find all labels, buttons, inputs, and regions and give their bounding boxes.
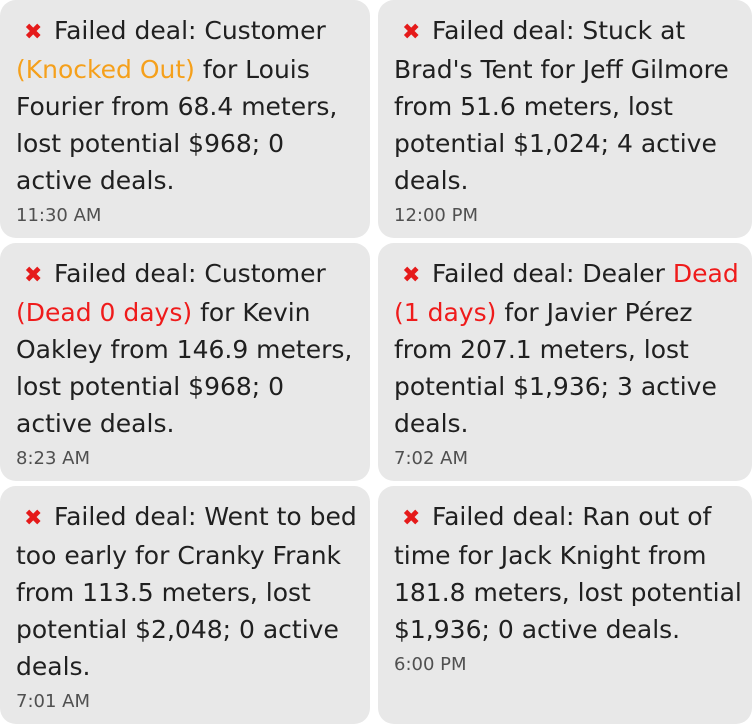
status-highlight: (Dead 0 days)	[16, 298, 193, 327]
notification-message: ✖ Failed deal: Customer (Dead 0 days) for…	[16, 255, 360, 442]
timestamp: 7:02 AM	[394, 448, 468, 469]
cross-mark-icon: ✖	[402, 506, 421, 531]
notification-card[interactable]: ✖ Failed deal: Customer (Knocked Out) for…	[0, 0, 370, 238]
message-prefix: Failed deal: Dealer	[432, 259, 665, 288]
notification-message: ✖ Failed deal: Went to bed too early for …	[16, 498, 360, 685]
message-prefix: Failed deal: Ran out of time for Jack Kn…	[394, 502, 742, 644]
cross-mark-icon: ✖	[24, 506, 43, 531]
message-prefix: Failed deal: Customer	[54, 259, 326, 288]
notification-message: ✖ Failed deal: Customer (Knocked Out) for…	[16, 12, 360, 199]
cross-mark-icon: ✖	[24, 20, 43, 45]
notification-grid: ✖ Failed deal: Customer (Knocked Out) for…	[0, 0, 756, 724]
timestamp: 7:01 AM	[16, 691, 90, 712]
message-prefix: Failed deal: Stuck at Brad's Tent for Je…	[394, 16, 729, 195]
cross-mark-icon: ✖	[24, 263, 43, 288]
notification-card[interactable]: ✖ Failed deal: Ran out of time for Jack K…	[378, 486, 752, 724]
timestamp: 6:00 PM	[394, 654, 467, 675]
notification-card[interactable]: ✖ Failed deal: Went to bed too early for …	[0, 486, 370, 724]
notification-message: ✖ Failed deal: Stuck at Brad's Tent for J…	[394, 12, 742, 199]
message-prefix: Failed deal: Went to bed too early for C…	[16, 502, 357, 681]
status-highlight: (Knocked Out)	[16, 55, 195, 84]
timestamp: 11:30 AM	[16, 205, 102, 226]
notification-message: ✖ Failed deal: Dealer Dead (1 days) for J…	[394, 255, 742, 442]
cross-mark-icon: ✖	[402, 20, 421, 45]
notification-card[interactable]: ✖ Failed deal: Customer (Dead 0 days) for…	[0, 243, 370, 481]
timestamp: 12:00 PM	[394, 205, 478, 226]
cross-mark-icon: ✖	[402, 263, 421, 288]
notification-card[interactable]: ✖ Failed deal: Dealer Dead (1 days) for J…	[378, 243, 752, 481]
notification-message: ✖ Failed deal: Ran out of time for Jack K…	[394, 498, 742, 648]
timestamp: 8:23 AM	[16, 448, 90, 469]
message-prefix: Failed deal: Customer	[54, 16, 326, 45]
notification-card[interactable]: ✖ Failed deal: Stuck at Brad's Tent for J…	[378, 0, 752, 238]
